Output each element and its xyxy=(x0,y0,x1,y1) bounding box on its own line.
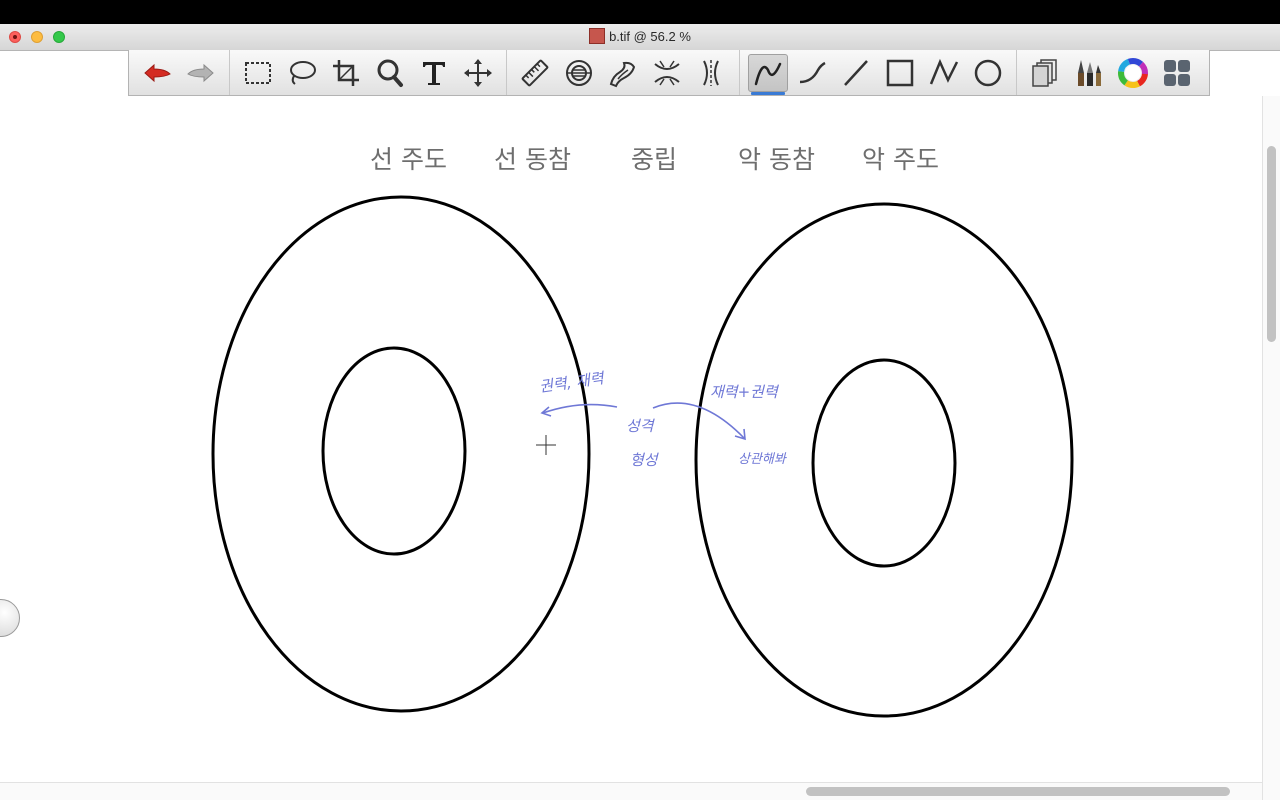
note-related: 상관해봐 xyxy=(738,452,788,467)
crosshair-cursor xyxy=(536,435,556,455)
app-window: b.tif @ 56.2 % 선 주도 선 동참 중립 악 동참 악 주도 권력… xyxy=(0,24,1280,800)
horizontal-scrollbar[interactable] xyxy=(0,782,1262,800)
horizontal-scroll-thumb[interactable] xyxy=(806,787,1230,796)
handwritten-annotations: 권력, 재력 성격 형성 재력+권력 상관해봐 xyxy=(538,369,788,469)
left-outer-ellipse xyxy=(211,195,591,713)
note-wealth-power: 재력+권력 xyxy=(710,383,780,401)
note-power-wealth: 권력, 재력 xyxy=(538,369,607,396)
vertical-scrollbar[interactable] xyxy=(1262,96,1280,800)
vertical-scroll-thumb[interactable] xyxy=(1267,146,1276,342)
right-inner-ellipse xyxy=(811,358,957,568)
note-formation: 형성 xyxy=(630,451,660,469)
left-inner-ellipse xyxy=(321,346,467,556)
note-personality: 성격 xyxy=(626,417,656,435)
drawing-layer[interactable]: 권력, 재력 성격 형성 재력+권력 상관해봐 xyxy=(0,24,1262,800)
